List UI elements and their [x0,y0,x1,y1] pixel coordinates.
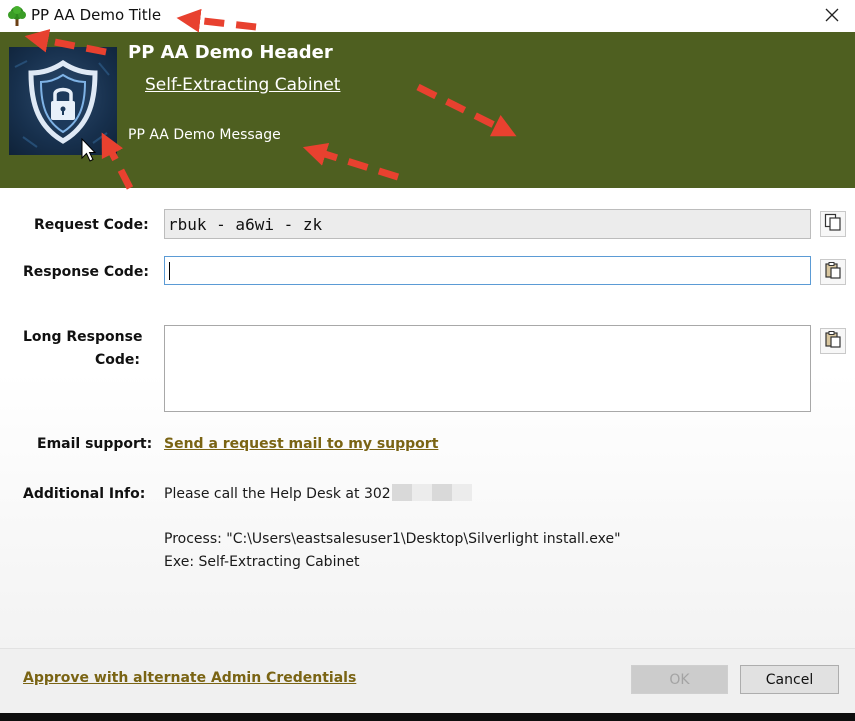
help-desk-text: Please call the Help Desk at 302 [164,486,391,502]
long-response-code-input[interactable] [164,325,811,412]
redacted-phone [392,484,472,501]
request-code-label: Request Code: [34,217,149,233]
additional-info-label: Additional Info: [23,486,146,502]
copy-icon [824,213,842,235]
close-icon [825,7,839,26]
copy-request-code-button[interactable] [820,211,846,237]
close-button[interactable] [809,0,855,32]
text-caret [169,262,170,280]
form-area: Request Code: rbuk - a6wi - zk Response … [0,188,855,648]
cabinet-link[interactable]: Self-Extracting Cabinet [145,75,340,95]
paste-long-response-button[interactable] [820,328,846,354]
request-code-value: rbuk - a6wi - zk [168,215,323,234]
title-bar: PP AA Demo Title [0,0,855,32]
response-code-label: Response Code: [23,264,149,280]
window-title: PP AA Demo Title [31,6,162,24]
footer-bar: Approve with alternate Admin Credentials… [0,648,855,713]
long-response-label-line2: Code: [95,352,141,368]
long-response-label-line1: Long Response [23,329,143,345]
ok-button[interactable]: OK [631,665,728,694]
header-message: PP AA Demo Message [128,127,281,143]
email-support-label: Email support: [37,436,153,452]
screen-bottom-edge [0,713,855,721]
email-support-link[interactable]: Send a request mail to my support [164,436,438,452]
header-banner: PP AA Demo Header Self-Extracting Cabine… [0,32,855,188]
response-code-input[interactable] [164,256,811,285]
process-text: Process: "C:\Users\eastsalesuser1\Deskto… [164,531,621,547]
cancel-button[interactable]: Cancel [740,665,839,694]
paste-response-code-button[interactable] [820,259,846,285]
request-code-field[interactable]: rbuk - a6wi - zk [164,209,811,239]
paste-icon [824,261,842,283]
tree-icon [6,5,28,27]
exe-text: Exe: Self-Extracting Cabinet [164,554,360,570]
shield-lock-icon [9,47,117,155]
header-title: PP AA Demo Header [128,42,333,63]
alternate-admin-link[interactable]: Approve with alternate Admin Credentials [23,670,356,686]
paste-icon [824,330,842,352]
dialog-window: PP AA Demo Title PP AA Demo Header Self-… [0,0,855,713]
